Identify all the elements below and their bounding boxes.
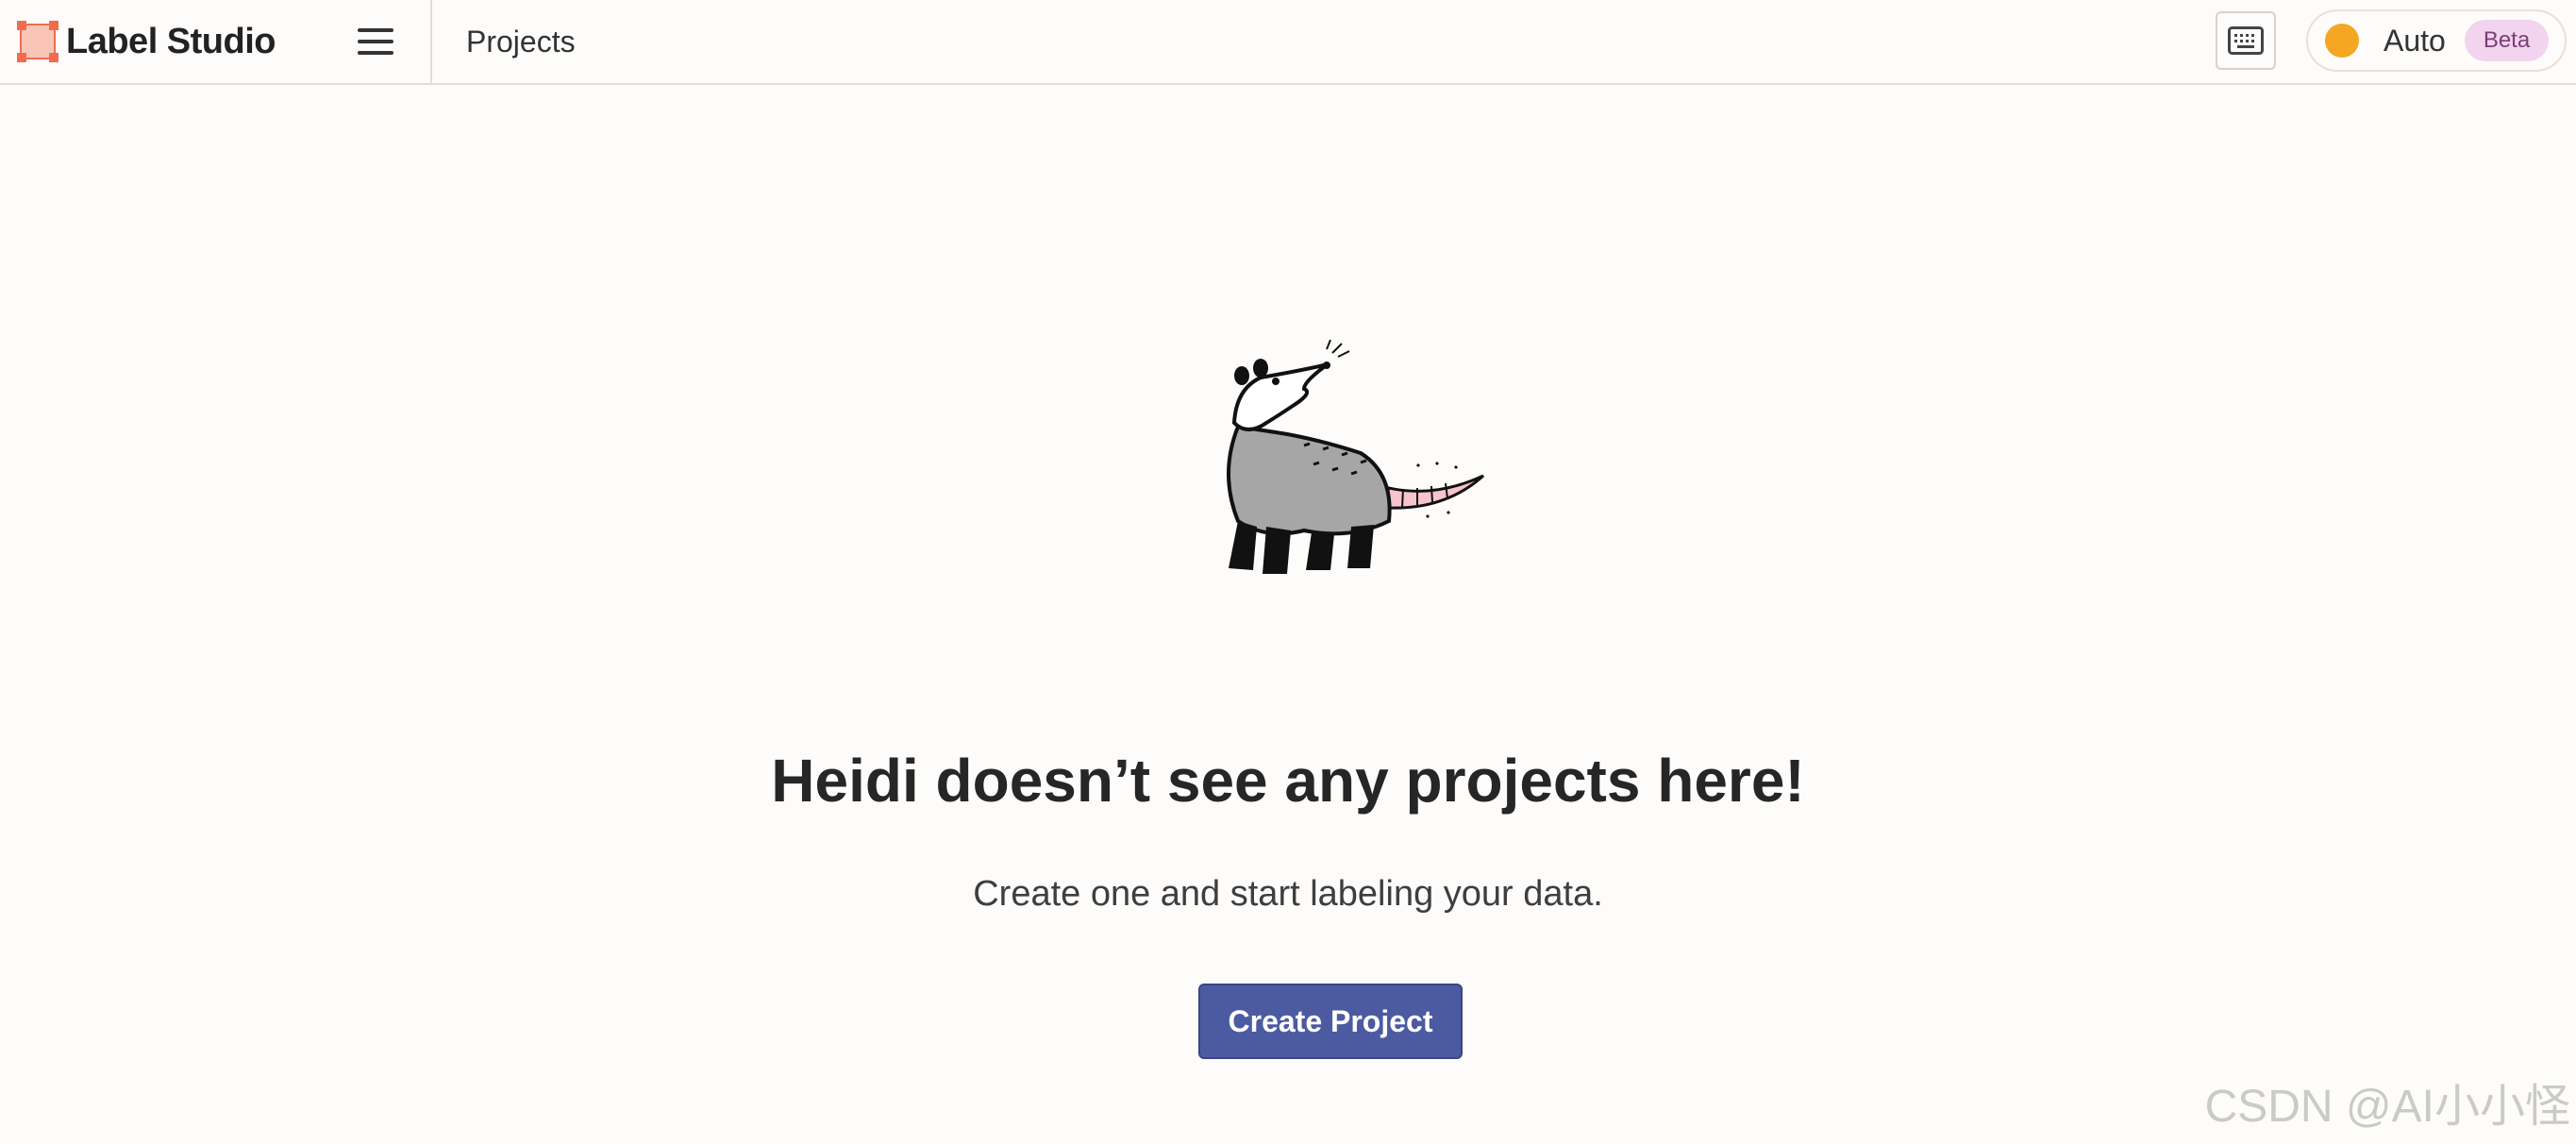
empty-state-subtitle: Create one and start labeling your data. bbox=[973, 874, 1603, 914]
theme-label: Auto bbox=[2384, 23, 2446, 58]
empty-state-title: Heidi doesn’t see any projects here! bbox=[771, 747, 1805, 815]
opossum-illustration bbox=[1227, 339, 1485, 574]
top-navigation-bar: Label Studio Projects Auto Beta bbox=[0, 0, 2576, 85]
keyboard-icon bbox=[2228, 26, 2264, 55]
label-studio-logo-icon bbox=[17, 21, 59, 62]
hotkeys-button[interactable] bbox=[2216, 11, 2276, 70]
header-divider bbox=[430, 0, 432, 85]
create-project-button[interactable]: Create Project bbox=[1198, 984, 1463, 1059]
watermark: CSDN @AI小小怪 bbox=[2204, 1082, 2570, 1132]
app-name: Label Studio bbox=[66, 21, 276, 61]
breadcrumb-projects[interactable]: Projects bbox=[466, 21, 576, 62]
beta-badge: Beta bbox=[2464, 20, 2550, 61]
app-logo[interactable]: Label Studio bbox=[15, 19, 276, 64]
theme-toggle[interactable]: Auto Beta bbox=[2306, 9, 2567, 72]
hamburger-menu-icon[interactable] bbox=[351, 21, 400, 62]
theme-indicator-icon bbox=[2325, 24, 2359, 58]
